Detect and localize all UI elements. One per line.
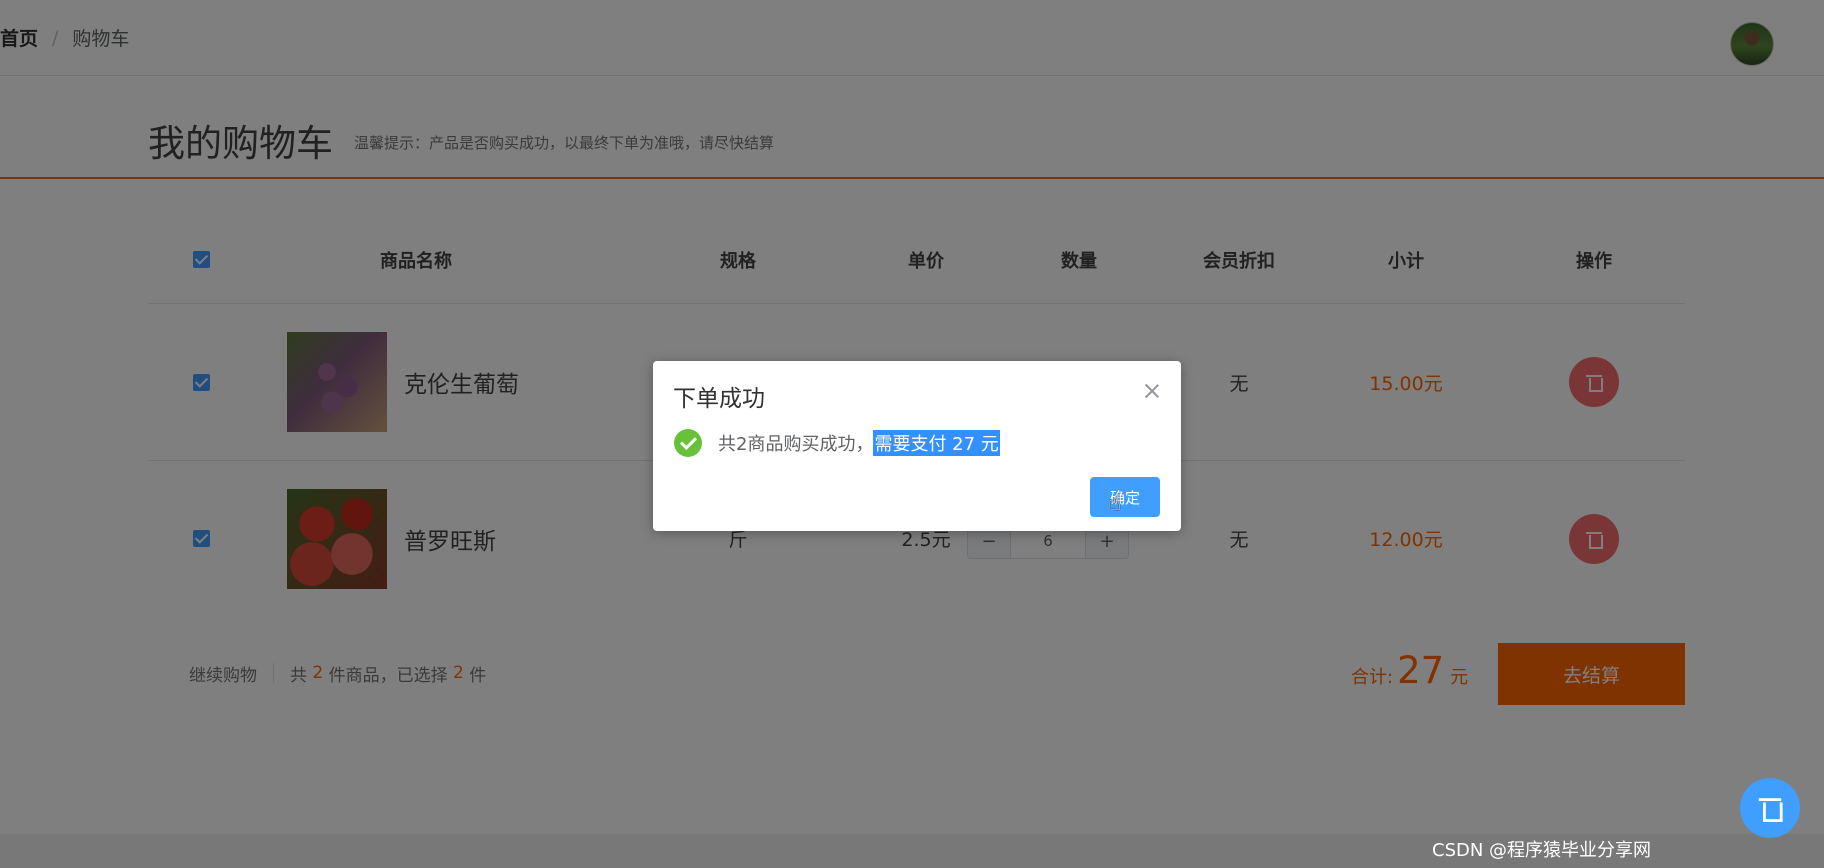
confirm-button[interactable]: 确定 bbox=[1090, 477, 1160, 517]
dialog-message: 共2商品购买成功， 需要支付 27 元 bbox=[674, 429, 1000, 457]
order-success-dialog: 下单成功 共2商品购买成功， 需要支付 27 元 确定 ☝ bbox=[653, 361, 1181, 531]
cursor-icon: ☝ bbox=[1108, 491, 1122, 516]
message-text: 共2商品购买成功， bbox=[718, 434, 874, 455]
dialog-title: 下单成功 bbox=[673, 386, 765, 412]
watermark: CSDN @程序猿毕业分享网 bbox=[1432, 840, 1652, 861]
floating-trash-button[interactable] bbox=[1740, 778, 1800, 838]
check-circle-icon bbox=[674, 429, 702, 457]
message-highlight: 需要支付 27 元 bbox=[873, 430, 1000, 456]
close-icon[interactable] bbox=[1144, 383, 1160, 399]
trash-icon bbox=[1758, 795, 1783, 822]
